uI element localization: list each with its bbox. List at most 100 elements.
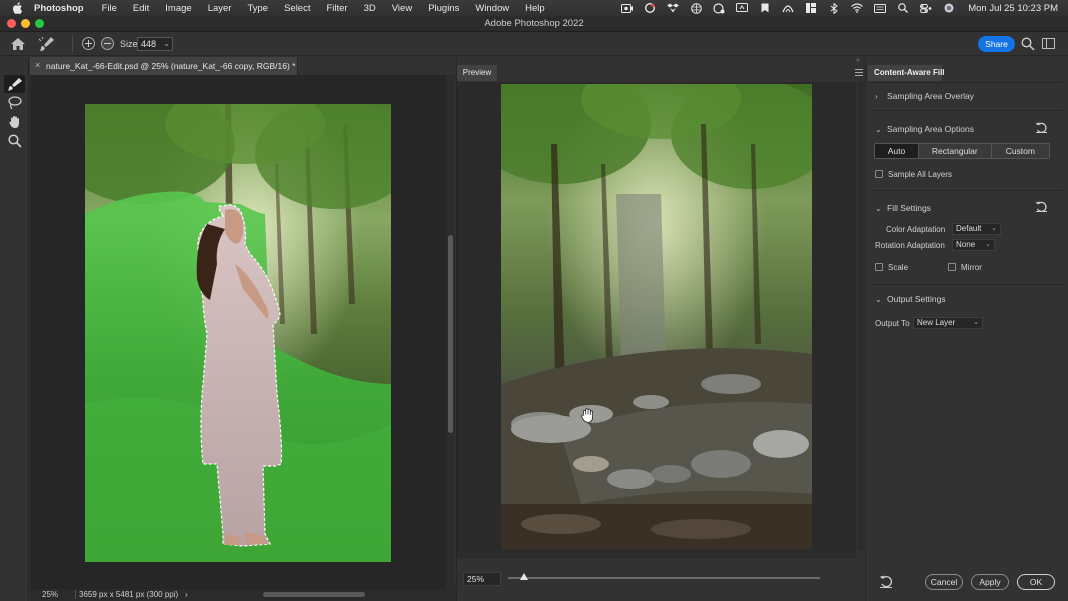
chevron-down-icon[interactable]: ⌄ [875, 204, 887, 213]
workspace-layout-icon[interactable] [1042, 38, 1055, 49]
section-label: Fill Settings [887, 203, 931, 213]
rotation-adaptation-select[interactable]: None ⌄ [952, 239, 995, 251]
chevron-down-icon[interactable]: ⌄ [875, 295, 887, 304]
section-output-settings[interactable]: ⌄ Output Settings [875, 294, 946, 304]
arc-icon[interactable] [782, 3, 794, 13]
document-tab[interactable]: × nature_Kat_-66-Edit.psd @ 25% (nature_… [30, 57, 298, 75]
lasso-tool[interactable] [4, 94, 25, 112]
siri-icon[interactable] [943, 3, 955, 13]
control-center-icon[interactable] [920, 3, 932, 13]
close-document-icon[interactable]: × [35, 60, 40, 70]
reset-fill-settings-icon[interactable] [1035, 201, 1048, 213]
sampling-mode-custom[interactable]: Custom [991, 144, 1049, 158]
section-sampling-area-options[interactable]: ⌄ Sampling Area Options [875, 124, 974, 134]
status-zoom[interactable]: 25% [42, 590, 58, 599]
wifi-icon[interactable] [851, 3, 864, 13]
menu-image[interactable]: Image [165, 3, 191, 14]
section-label: Output Settings [887, 294, 946, 304]
menu-3d[interactable]: 3D [364, 3, 376, 14]
search-icon[interactable] [897, 3, 909, 13]
dropbox-icon[interactable] [667, 3, 680, 13]
menu-bar-clock[interactable]: Mon Jul 25 10:23 PM [968, 3, 1058, 14]
window-title: Adobe Photoshop 2022 [484, 18, 584, 29]
zoom-tool[interactable] [4, 132, 25, 150]
section-sampling-area-overlay[interactable]: › Sampling Area Overlay [875, 91, 974, 101]
apple-icon[interactable] [11, 1, 25, 15]
chevron-right-icon[interactable]: › [875, 92, 887, 101]
home-icon[interactable] [10, 37, 26, 51]
preview-zoom-slider-handle[interactable] [520, 573, 529, 580]
sync-badge-icon[interactable] [713, 2, 725, 14]
preview-zoom-slider[interactable] [508, 573, 820, 580]
screen-record-icon[interactable] [621, 3, 634, 13]
document-tab-title: nature_Kat_-66-Edit.psd @ 25% (nature_Ka… [46, 61, 296, 71]
sampling-mode-rectangular[interactable]: Rectangular [919, 144, 992, 158]
ok-button[interactable]: OK [1017, 574, 1055, 590]
mirror-checkbox[interactable] [948, 263, 956, 271]
preview-vertical-scrollbar[interactable] [857, 82, 866, 550]
reset-all-settings-icon[interactable] [879, 575, 893, 589]
sample-all-layers-checkbox[interactable] [875, 170, 883, 178]
add-to-sampling-icon[interactable] [82, 37, 95, 50]
reset-sampling-icon[interactable] [1035, 122, 1048, 134]
scale-label: Scale [888, 263, 909, 272]
sampling-mode-segmented: Auto Rectangular Custom [874, 143, 1050, 159]
apply-button[interactable]: Apply [971, 574, 1009, 590]
menu-help[interactable]: Help [525, 3, 545, 14]
canvas-scroll-thumb[interactable] [448, 235, 453, 433]
tab-preview[interactable]: Preview [457, 65, 497, 81]
menu-app-photoshop[interactable]: Photoshop [34, 3, 84, 14]
creative-cloud-icon[interactable] [644, 3, 656, 13]
hand-cursor-icon [580, 407, 596, 424]
subtract-from-sampling-icon[interactable] [101, 37, 114, 50]
status-bar: 25% 3659 px x 5481 px (300 ppi) › [30, 589, 456, 601]
canvas-vertical-scrollbar[interactable] [446, 75, 455, 590]
menu-select[interactable]: Select [284, 3, 310, 14]
preview-zoom-field[interactable]: 25% [463, 572, 501, 586]
collapse-panels-icon[interactable]: » [856, 57, 860, 64]
mac-menu-bar: Photoshop File Edit Image Layer Type Sel… [0, 0, 1068, 16]
menu-window[interactable]: Window [475, 3, 509, 14]
cancel-button[interactable]: Cancel [925, 574, 963, 590]
menu-filter[interactable]: Filter [326, 3, 347, 14]
scale-checkbox[interactable] [875, 263, 883, 271]
screen-share-icon[interactable] [736, 3, 749, 13]
output-to-value: New Layer [917, 318, 956, 327]
preview-panel-menu-icon[interactable] [855, 69, 863, 77]
sampling-mode-auto[interactable]: Auto [875, 144, 919, 158]
brush-size-field[interactable]: 448 ⌄ [137, 37, 173, 51]
options-separator [72, 36, 73, 52]
globe-icon[interactable] [690, 2, 702, 14]
hand-tool[interactable] [4, 113, 25, 131]
chevron-down-icon: ⌄ [973, 319, 979, 326]
menu-edit[interactable]: Edit [133, 3, 149, 14]
canvas-horizontal-scroll-thumb[interactable] [263, 592, 365, 597]
bluetooth-icon[interactable] [828, 2, 840, 14]
sampling-brush-tool[interactable] [4, 75, 25, 93]
preview-image[interactable] [501, 84, 812, 549]
preview-horizontal-scrollbar[interactable] [457, 550, 856, 559]
app-switch-icon[interactable] [805, 3, 817, 13]
chevron-down-icon: ⌄ [985, 241, 991, 248]
color-adaptation-select[interactable]: Default ⌄ [952, 223, 1001, 235]
bookmark-icon[interactable] [759, 3, 771, 13]
search-icon[interactable] [1021, 37, 1035, 51]
menu-file[interactable]: File [102, 3, 117, 14]
menu-layer[interactable]: Layer [208, 3, 232, 14]
content-aware-brush-icon[interactable] [38, 36, 56, 52]
panel-divider [871, 110, 1063, 111]
document-image[interactable] [85, 104, 391, 562]
section-fill-settings[interactable]: ⌄ Fill Settings [875, 203, 931, 213]
status-chevron-right-icon[interactable]: › [185, 590, 188, 599]
output-to-select[interactable]: New Layer ⌄ [913, 317, 983, 329]
color-adaptation-label: Color Adaptation [886, 225, 946, 234]
menu-type[interactable]: Type [247, 3, 268, 14]
menu-view[interactable]: View [392, 3, 412, 14]
chevron-down-icon[interactable]: ⌄ [875, 125, 887, 134]
panel-title-content-aware-fill[interactable]: Content-Aware Fill [868, 65, 945, 81]
menu-plugins[interactable]: Plugins [428, 3, 459, 14]
chevron-down-icon[interactable]: ⌄ [163, 38, 170, 50]
rotation-adaptation-value: None [956, 240, 976, 249]
keyboard-icon[interactable] [874, 3, 887, 13]
share-button[interactable]: Share [978, 36, 1015, 52]
